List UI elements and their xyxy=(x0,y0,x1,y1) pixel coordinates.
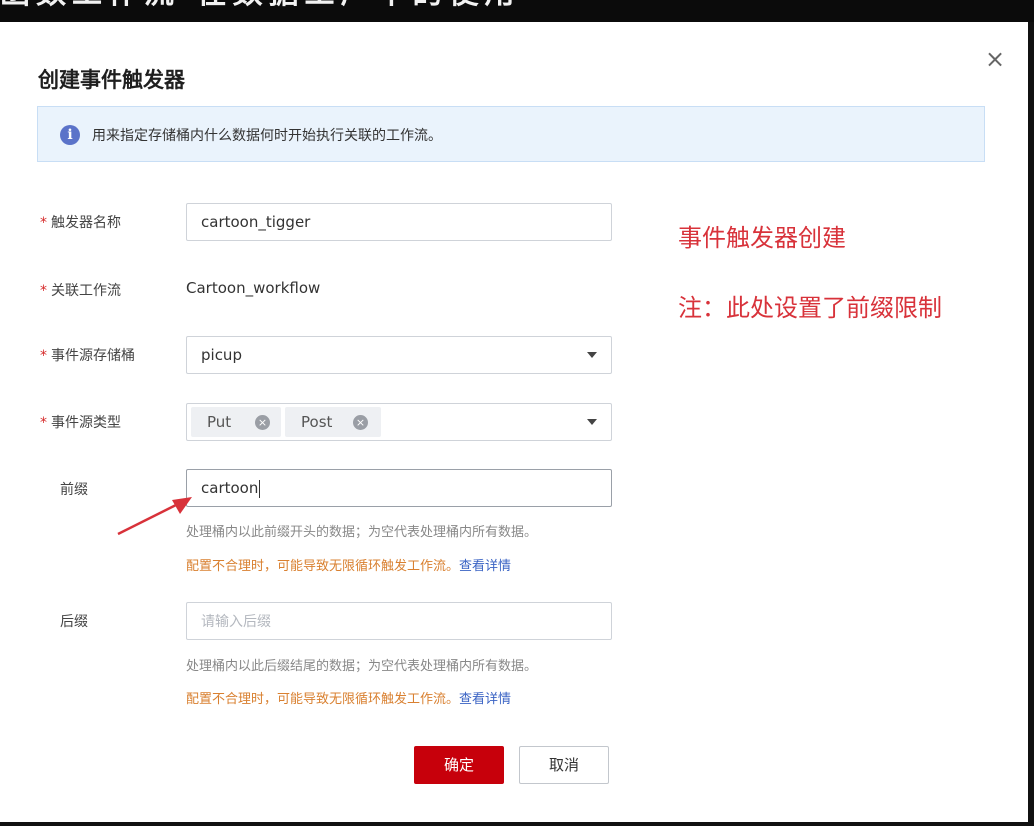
chevron-down-icon xyxy=(587,352,597,358)
suffix-placeholder: 请输入后缀 xyxy=(201,614,271,630)
suffix-label: 后缀 xyxy=(60,614,88,630)
required-mark: * xyxy=(40,415,47,431)
bucket-select[interactable]: picup xyxy=(186,336,612,374)
prefix-hint: 处理桶内以此前缀开头的数据；为空代表处理桶内所有数据。 xyxy=(186,525,538,540)
event-type-label: * 事件源类型 xyxy=(40,412,121,432)
tag-put: Put × xyxy=(191,407,281,437)
prefix-input[interactable]: cartoon xyxy=(186,469,612,507)
trigger-name-label: * 触发器名称 xyxy=(40,212,121,232)
chevron-down-icon xyxy=(587,419,597,425)
suffix-hint: 处理桶内以此后缀结尾的数据；为空代表处理桶内所有数据。 xyxy=(186,659,538,674)
workflow-label-text: 关联工作流 xyxy=(51,283,121,299)
prefix-input-value: cartoon xyxy=(201,479,259,497)
required-mark: * xyxy=(40,283,47,299)
annotation-arrow xyxy=(117,497,192,536)
suffix-warning-text: 配置不合理时，可能导致无限循环触发工作流。 xyxy=(186,692,460,707)
annotation-line1: 事件触发器创建 xyxy=(678,224,846,252)
tag-put-label: Put xyxy=(207,413,232,431)
banner-text: 函数工作流 在数据工厂中的使用 xyxy=(0,0,520,11)
prefix-warning: 配置不合理时，可能导致无限循环触发工作流。查看详情 xyxy=(186,555,511,574)
bucket-label-text: 事件源存储桶 xyxy=(51,348,135,364)
info-text: 用来指定存储桶内什么数据何时开始执行关联的工作流。 xyxy=(92,128,442,144)
info-icon: i xyxy=(60,125,80,145)
confirm-button[interactable]: 确定 xyxy=(414,746,504,784)
prefix-details-link[interactable]: 查看详情 xyxy=(459,559,511,574)
annotation-line2: 注：此处设置了前缀限制 xyxy=(678,294,942,322)
event-type-multiselect[interactable]: Put × Post × xyxy=(186,403,612,441)
dialog-title: 创建事件触发器 xyxy=(38,68,185,92)
required-mark: * xyxy=(40,348,47,364)
prefix-label: 前缀 xyxy=(60,482,88,498)
suffix-details-link[interactable]: 查看详情 xyxy=(459,692,511,707)
bucket-selected-value: picup xyxy=(201,346,242,364)
workflow-label: * 关联工作流 xyxy=(40,280,121,300)
event-type-label-text: 事件源类型 xyxy=(51,415,121,431)
text-caret xyxy=(259,479,261,498)
workflow-value: Cartoon_workflow xyxy=(186,279,321,297)
required-mark: * xyxy=(40,215,47,231)
tag-post: Post × xyxy=(285,407,381,437)
close-icon[interactable]: × xyxy=(982,46,1008,72)
bucket-label: * 事件源存储桶 xyxy=(40,345,135,365)
suffix-warning: 配置不合理时，可能导致无限循环触发工作流。查看详情 xyxy=(186,688,511,707)
remove-tag-icon[interactable]: × xyxy=(353,415,368,430)
prefix-warning-text: 配置不合理时，可能导致无限循环触发工作流。 xyxy=(186,559,460,574)
trigger-name-input[interactable]: cartoon_tigger xyxy=(186,203,612,241)
tag-post-label: Post xyxy=(301,413,333,431)
cancel-button[interactable]: 取消 xyxy=(519,746,609,784)
create-trigger-dialog: × 创建事件触发器 i 用来指定存储桶内什么数据何时开始执行关联的工作流。 * 触… xyxy=(0,22,1028,822)
info-banner: i 用来指定存储桶内什么数据何时开始执行关联的工作流。 xyxy=(37,106,985,162)
video-title-banner: 函数工作流 在数据工厂中的使用 xyxy=(0,0,1034,22)
remove-tag-icon[interactable]: × xyxy=(255,415,270,430)
suffix-input[interactable]: 请输入后缀 xyxy=(186,602,612,640)
trigger-name-label-text: 触发器名称 xyxy=(51,215,121,231)
